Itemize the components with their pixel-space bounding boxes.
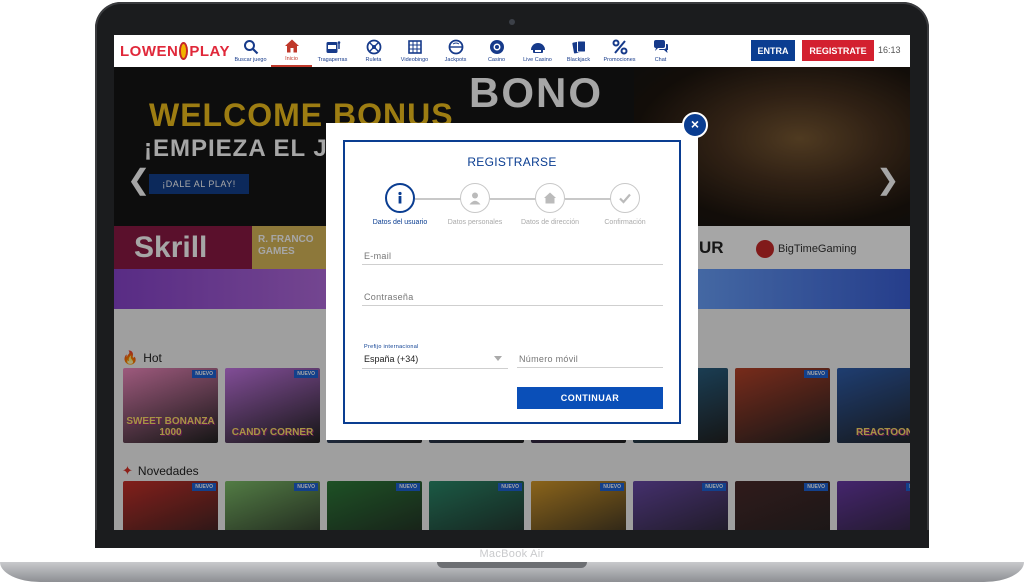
laptop-brand-label: MacBook Air: [479, 548, 545, 560]
nav-label: Live Casino: [523, 57, 552, 63]
register-form: REGISTRARSE Datos del usuario Datos pers…: [343, 140, 681, 424]
prefix-value: España (+34): [364, 354, 419, 364]
chip-icon: [489, 40, 504, 54]
nav-label: Jackpots: [444, 57, 467, 63]
login-button[interactable]: ENTRA: [751, 40, 795, 61]
nav-buscar[interactable]: Buscar juego: [230, 35, 271, 67]
nav-label: Chat: [654, 57, 667, 63]
check-icon: [619, 193, 631, 204]
email-field-wrap: [362, 246, 663, 265]
main-nav: Buscar juego Inicio Tragaperras Ruleta V…: [230, 35, 681, 67]
slot-machine-icon: [326, 41, 340, 53]
mobile-field-wrap: [517, 349, 663, 368]
live-icon: [530, 43, 545, 53]
step-circle: [535, 183, 565, 213]
nav-tragaperras[interactable]: Tragaperras: [312, 35, 353, 67]
email-field[interactable]: [362, 248, 663, 264]
step-circle: [610, 183, 640, 213]
roulette-icon: [366, 39, 381, 55]
nav-chat[interactable]: Chat: [640, 35, 681, 67]
lion-logo-icon: [179, 42, 189, 60]
nav-label: Casino: [487, 57, 506, 63]
laptop-notch: [437, 562, 587, 568]
bingo-icon: [407, 40, 422, 54]
chat-icon: [653, 40, 668, 53]
cards-icon: [571, 40, 586, 54]
nav-label: Blackjack: [566, 57, 591, 63]
logo[interactable]: LOWEN PLAY: [114, 42, 230, 60]
laptop-bezel: [95, 530, 929, 548]
nav-promociones[interactable]: Promociones: [599, 35, 640, 67]
nav-label: Inicio: [285, 56, 298, 62]
nav-label: Ruleta: [365, 57, 382, 63]
nav-live-casino[interactable]: Live Casino: [517, 35, 558, 67]
jackpot-icon: [448, 39, 463, 55]
logo-text-left: LOWEN: [120, 42, 179, 60]
close-icon[interactable]: ×: [682, 112, 708, 138]
nav-jackpots[interactable]: Jackpots: [435, 35, 476, 67]
search-icon: [243, 40, 258, 55]
nav-label: Buscar juego: [234, 57, 267, 63]
nav-videobingo[interactable]: Videobingo: [394, 35, 435, 67]
password-field-wrap: [362, 287, 663, 306]
password-field[interactable]: [362, 289, 663, 305]
prefix-label: Prefijo internacional: [364, 344, 419, 350]
step-circle: [385, 183, 415, 213]
step-label: Confirmación: [604, 219, 646, 226]
logo-text-right: PLAY: [189, 42, 230, 60]
nav-casino[interactable]: Casino: [476, 35, 517, 67]
register-button[interactable]: REGISTRATE: [802, 40, 874, 61]
top-bar: LOWEN PLAY Buscar juego Inicio Tragaperr…: [114, 35, 910, 67]
step-confirmacion[interactable]: Confirmación: [580, 183, 670, 226]
prefix-select[interactable]: España (+34): [362, 352, 508, 369]
continue-button[interactable]: CONTINUAR: [517, 387, 663, 409]
percent-icon: [612, 39, 627, 55]
user-icon: [469, 192, 481, 205]
nav-label: Tragaperras: [317, 57, 348, 63]
mobile-field[interactable]: [517, 351, 663, 367]
home-icon: [284, 39, 299, 53]
nav-label: Promociones: [603, 57, 636, 63]
nav-blackjack[interactable]: Blackjack: [558, 35, 599, 67]
modal-title: REGISTRARSE: [467, 155, 557, 169]
camera-icon: [509, 19, 515, 25]
chevron-down-icon: [494, 356, 502, 361]
info-icon: [398, 191, 402, 204]
house-icon: [544, 192, 556, 204]
page: LOWEN PLAY Buscar juego Inicio Tragaperr…: [0, 0, 1024, 588]
nav-label: Videobingo: [400, 57, 429, 63]
nav-inicio[interactable]: Inicio: [271, 35, 312, 67]
nav-ruleta[interactable]: Ruleta: [353, 35, 394, 67]
screen: LOWEN PLAY Buscar juego Inicio Tragaperr…: [114, 35, 910, 530]
register-modal: × REGISTRARSE Datos del usuario Datos pe…: [326, 112, 708, 440]
step-circle: [460, 183, 490, 213]
clock: 16:13: [878, 45, 901, 55]
